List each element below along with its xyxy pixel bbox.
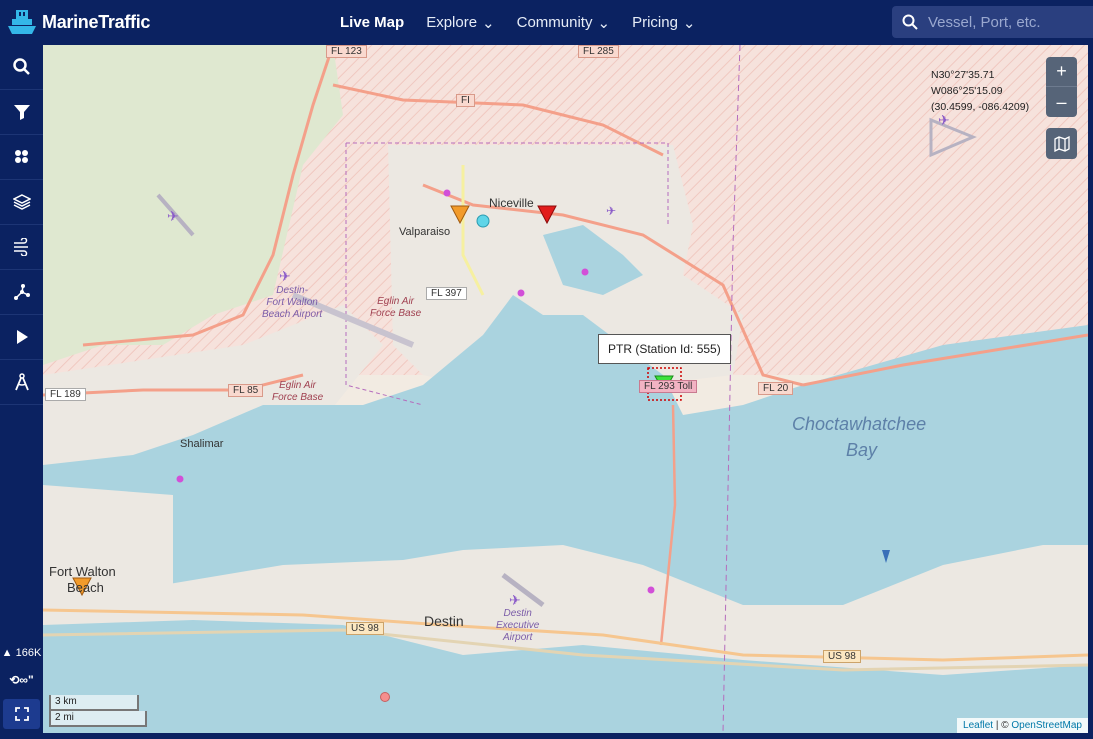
sidebar-measure-button[interactable] — [0, 360, 43, 405]
routes-icon — [13, 284, 30, 300]
nav-live-map[interactable]: Live Map — [340, 14, 404, 31]
ship-icon: ▲ — [1, 647, 13, 659]
vessel-counter: ▲ 166K — [1, 647, 42, 659]
logo-text: MarineTraffic — [42, 11, 151, 32]
road-label: FI — [456, 94, 475, 107]
coordinate-readout: N30°27'35.71 W086°25'15.09 (30.4599, -08… — [931, 69, 1030, 113]
nav-pricing[interactable]: Pricing ⌄ — [632, 14, 695, 32]
scale-km: 3 km — [49, 695, 139, 711]
road-label: FL 189 — [45, 388, 86, 401]
map-base: ✈ ✈ ✈ ✈ ✈ — [43, 45, 1088, 733]
search-icon — [902, 14, 918, 30]
scale-mi: 2 mi — [49, 711, 147, 727]
svg-text:✈: ✈ — [509, 593, 521, 609]
station-tooltip: PTR (Station Id: 555) — [598, 334, 731, 364]
svg-text:✈: ✈ — [938, 113, 950, 129]
refresh-icon: ⟲ — [9, 673, 20, 687]
sidebar-layers-button[interactable] — [0, 180, 43, 225]
water-label: Choctawhatchee — [792, 414, 927, 434]
search-input[interactable] — [928, 13, 1088, 31]
map-scale: 3 km 2 mi — [49, 695, 147, 727]
live-map[interactable]: ✈ ✈ ✈ ✈ ✈ Niceville Valparaiso Shalimar … — [43, 45, 1088, 733]
place-label: Beach — [67, 580, 104, 595]
airbase-label: Eglin Air Force Base — [370, 296, 422, 319]
road-label: FL 85 — [228, 384, 264, 397]
wind-icon — [13, 238, 28, 256]
place-label: Fort Walton — [49, 564, 116, 579]
road-label: FL 123 — [326, 45, 367, 58]
nav-community[interactable]: Community ⌄ — [517, 14, 610, 32]
logo[interactable]: MarineTraffic — [6, 8, 150, 36]
leaflet-link[interactable]: Leaflet — [963, 720, 993, 731]
svg-text:✈: ✈ — [606, 204, 616, 218]
density-icon — [14, 150, 28, 163]
zoom-in-button[interactable]: + — [1046, 57, 1077, 87]
road-label: FL 293 Toll — [639, 380, 698, 393]
svg-text:✈: ✈ — [279, 269, 291, 285]
place-label: Valparaiso — [399, 226, 451, 238]
osm-link[interactable]: OpenStreetMap — [1011, 720, 1082, 731]
chevron-down-icon: ⌄ — [682, 14, 696, 32]
road-label: FL 285 — [578, 45, 619, 58]
ship-logo-icon — [8, 10, 36, 34]
sidebar-playback-button[interactable] — [0, 315, 43, 360]
filter-icon — [13, 105, 30, 120]
search-box[interactable] — [892, 6, 1093, 38]
sidebar-weather-button[interactable] — [0, 225, 43, 270]
sidebar-routes-button[interactable] — [0, 270, 43, 315]
search-icon — [12, 58, 30, 75]
road-label: FL 397 — [426, 287, 467, 300]
measure-icon — [14, 373, 29, 391]
road-label: US 98 — [823, 650, 861, 663]
airbase-label: Eglin Air Force Base — [272, 380, 324, 403]
fullscreen-button[interactable] — [3, 699, 40, 729]
sidebar-density-button[interactable] — [0, 135, 43, 180]
water-label: Bay — [846, 440, 878, 460]
chevron-down-icon: ⌄ — [482, 14, 495, 32]
airport-label: Destin- Fort Walton Beach Airport — [262, 285, 323, 320]
airport-label: Destin Executive Airport — [496, 608, 540, 643]
sidebar-filter-button[interactable] — [0, 90, 43, 135]
expand-icon — [14, 707, 29, 721]
zoom-out-button[interactable]: – — [1046, 87, 1077, 117]
zoom-control: + – — [1046, 57, 1077, 117]
map-icon — [1053, 135, 1070, 152]
sidebar-search-button[interactable] — [0, 45, 43, 90]
map-attribution: Leaflet | © OpenStreetMap — [957, 718, 1088, 733]
place-label: Shalimar — [180, 438, 224, 450]
road-label: US 98 — [346, 622, 384, 635]
top-bar: MarineTraffic Live Map Explore ⌄ Communit… — [0, 0, 1093, 45]
infinity-toggle[interactable]: ⟲ ∞" — [0, 669, 43, 691]
road-label: FL 20 — [758, 382, 794, 395]
map-type-button[interactable] — [1046, 128, 1077, 159]
place-label: Niceville — [489, 196, 534, 210]
main-nav: Live Map Explore ⌄ Community ⌄ Pricing ⌄ — [340, 0, 696, 45]
nav-explore[interactable]: Explore ⌄ — [426, 14, 494, 32]
chevron-down-icon: ⌄ — [597, 14, 611, 32]
layers-icon — [12, 194, 31, 210]
left-toolbar: ▲ 166K ⟲ ∞" — [0, 45, 43, 739]
svg-text:✈: ✈ — [167, 209, 179, 225]
play-icon — [16, 330, 28, 344]
place-label: Destin — [424, 613, 464, 629]
